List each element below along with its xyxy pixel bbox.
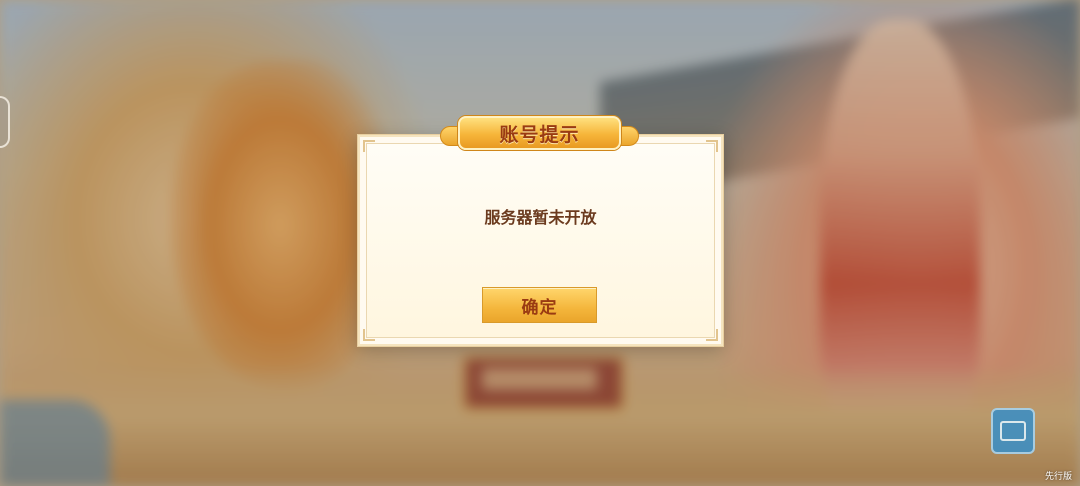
frame-corner-ornament	[706, 329, 718, 341]
ribbon-plaque: 账号提示	[458, 116, 621, 150]
confirm-button[interactable]: 确定	[482, 287, 597, 323]
side-tab-handle-icon[interactable]	[0, 96, 10, 148]
dialog-title-ribbon: 账号提示	[440, 116, 639, 152]
game-screen: 账号提示 服务器暂未开放 确定 先行版	[0, 0, 1080, 486]
dialog-message: 服务器暂未开放	[484, 208, 597, 227]
frame-corner-ornament	[706, 140, 718, 152]
confirm-button-label: 确定	[521, 297, 558, 318]
frame-corner-ornament	[363, 329, 375, 341]
notice-board-icon[interactable]	[991, 408, 1035, 454]
frame-corner-ornament	[363, 140, 375, 152]
version-label: 先行版	[1044, 472, 1072, 482]
dialog-title: 账号提示	[499, 123, 580, 146]
